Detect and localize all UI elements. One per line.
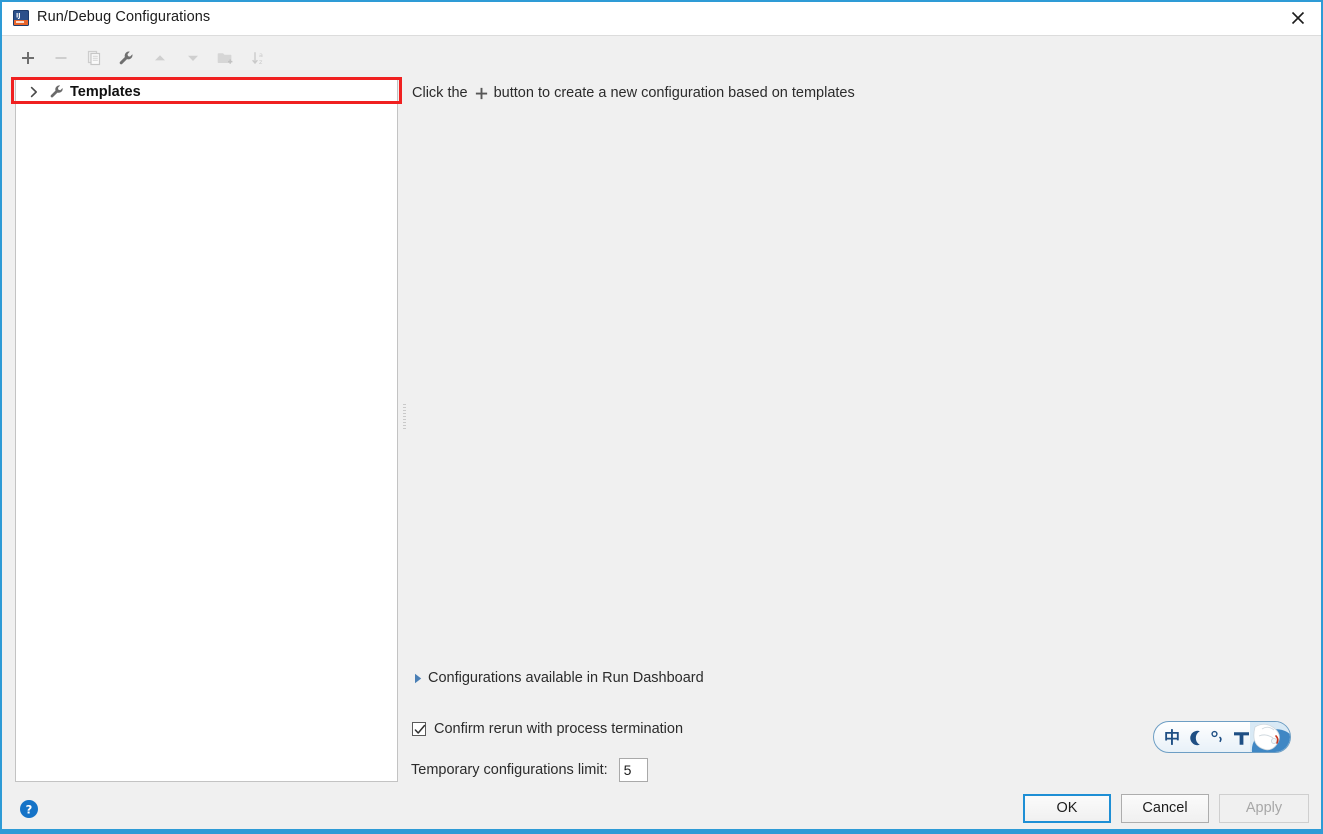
page-title: Run/Debug Configurations [37,9,211,25]
new-folder-button[interactable] [209,45,242,71]
help-icon[interactable]: ? [20,800,38,818]
configurations-tree: Templates [16,79,397,781]
run-dashboard-label: Configurations available in Run Dashboar… [428,670,704,686]
window-bottom-accent [2,829,1321,832]
wrench-icon [48,84,66,100]
confirm-rerun-checkbox[interactable]: Confirm rerun with process termination [412,721,683,737]
plus-icon [474,86,489,101]
temp-configurations-limit-input[interactable] [618,758,648,782]
ok-button[interactable]: OK [1023,794,1111,823]
svg-text:?: ? [26,802,33,816]
configurations-toolbar: a z [11,44,275,72]
hint-prefix-text: Click the [412,85,468,101]
ime-moon-icon[interactable] [1186,728,1206,748]
svg-text:IJ: IJ [16,13,20,20]
temp-configurations-limit-row: Temporary configurations limit: [411,758,648,782]
ime-toolbox-icon[interactable] [1250,722,1290,752]
confirm-rerun-label: Confirm rerun with process termination [434,721,684,737]
close-icon[interactable] [1275,0,1321,34]
move-down-button[interactable] [176,45,209,71]
empty-state-hint: Click the button to create a new configu… [412,85,855,101]
chevron-right-icon[interactable] [26,84,42,100]
checkbox-box[interactable] [412,722,426,736]
intellij-idea-icon: IJ [13,10,29,26]
splitter-grip-icon [403,404,406,430]
move-up-button[interactable] [143,45,176,71]
triangle-right-icon[interactable] [412,672,424,684]
panel-splitter[interactable] [400,78,409,782]
apply-button[interactable]: Apply [1219,794,1309,823]
hint-suffix-text: button to create a new configuration bas… [493,85,855,101]
svg-text:z: z [259,58,263,66]
configurations-tree-panel: Templates [15,78,398,782]
sort-button[interactable]: a z [242,45,275,71]
ime-mode-chinese[interactable]: 中 [1160,726,1184,750]
copy-configuration-button[interactable] [77,45,110,71]
remove-configuration-button[interactable] [44,45,77,71]
ime-punctuation-icon[interactable] [1208,727,1228,749]
chinese-ime-toolbar[interactable]: 中 [1153,721,1291,753]
temp-configurations-limit-label: Temporary configurations limit: [411,762,608,778]
title-bar: IJ Run/Debug Configurations [2,0,1321,36]
add-configuration-button[interactable] [11,45,44,71]
edit-templates-button[interactable] [110,45,143,71]
tree-item-label: Templates [70,83,141,100]
run-debug-configurations-dialog: IJ Run/Debug Configurations a z Template… [0,0,1323,834]
tree-item-templates[interactable]: Templates [16,79,397,104]
run-dashboard-expander[interactable]: Configurations available in Run Dashboar… [412,670,704,686]
ime-keyboard-icon[interactable] [1230,727,1252,749]
title-bar-accent [2,0,1321,2]
cancel-button[interactable]: Cancel [1121,794,1209,823]
